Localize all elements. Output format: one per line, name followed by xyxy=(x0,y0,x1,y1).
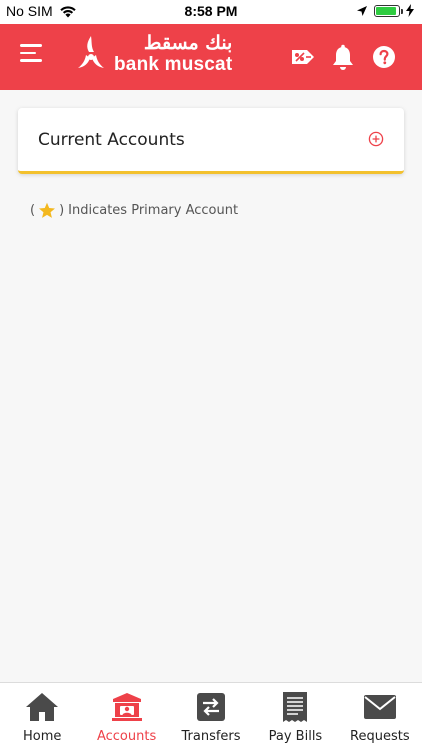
receipt-bill-icon xyxy=(278,691,312,723)
tab-pay-bills-label: Pay Bills xyxy=(268,729,323,744)
battery-icon xyxy=(374,4,403,17)
logo-latin-text: bank muscat xyxy=(114,54,233,75)
tab-transfers[interactable]: Transfers xyxy=(169,683,253,750)
status-bar: No SIM 8:58 PM xyxy=(0,0,422,24)
primary-account-note: ( ) Indicates Primary Account xyxy=(30,202,238,219)
expand-plus-circle-icon[interactable] xyxy=(368,131,384,151)
bank-building-icon xyxy=(110,691,144,723)
notification-bell-icon[interactable] xyxy=(331,44,355,76)
bank-logo: بنك مسقط bank muscat xyxy=(74,34,232,74)
tab-requests-label: Requests xyxy=(350,729,410,744)
tab-transfers-label: Transfers xyxy=(181,729,241,744)
charging-bolt-icon xyxy=(406,4,414,17)
tab-accounts-label: Accounts xyxy=(96,729,157,744)
bank-muscat-emblem-icon xyxy=(78,36,104,68)
current-accounts-title: Current Accounts xyxy=(38,130,185,150)
logo-arabic-text: بنك مسقط xyxy=(143,32,233,54)
primary-account-note-text: Indicates Primary Account xyxy=(68,203,239,218)
tab-requests[interactable]: Requests xyxy=(338,683,422,750)
hamburger-menu-icon[interactable] xyxy=(20,44,44,64)
tab-accounts[interactable]: Accounts xyxy=(84,683,168,750)
app-header: بنك مسقط bank muscat xyxy=(0,24,422,90)
note-open-paren: ( xyxy=(30,203,36,218)
current-accounts-card[interactable]: Current Accounts xyxy=(18,108,404,174)
status-right xyxy=(356,4,414,17)
location-arrow-icon xyxy=(357,5,367,16)
offers-tag-icon[interactable] xyxy=(290,46,316,72)
transfer-arrows-icon xyxy=(194,691,228,723)
envelope-icon xyxy=(363,691,397,723)
tab-pay-bills[interactable]: Pay Bills xyxy=(253,683,337,750)
tab-home[interactable]: Home xyxy=(0,683,84,750)
bottom-tab-bar: Home Accounts Transfers Pay Bills Reques… xyxy=(0,682,422,750)
help-question-icon[interactable] xyxy=(373,46,395,72)
tab-home-label: Home xyxy=(23,729,62,744)
note-close-paren: ) xyxy=(59,203,65,218)
star-icon xyxy=(39,202,56,218)
home-icon xyxy=(25,691,59,723)
